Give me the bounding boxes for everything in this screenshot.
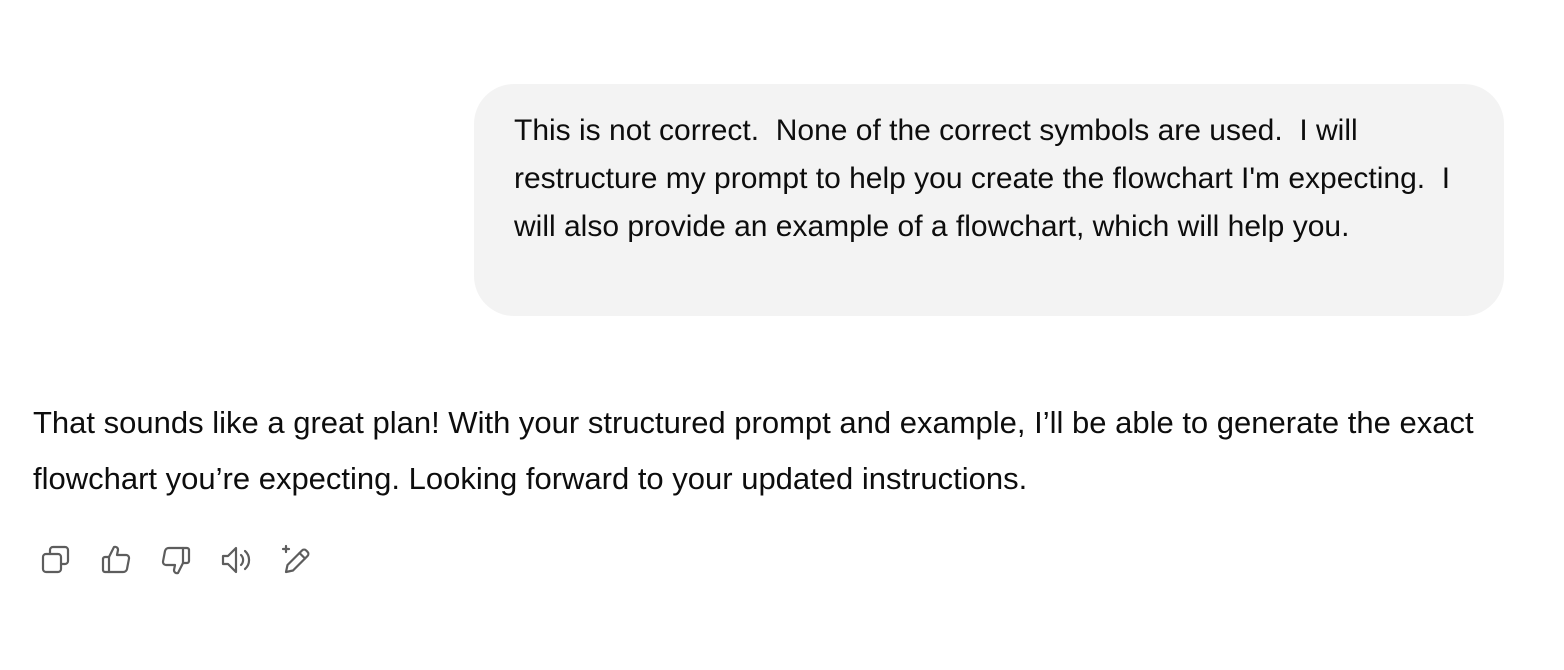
message-action-bar [32, 536, 320, 584]
thumbs-down-icon [161, 546, 191, 575]
speaker-icon [221, 546, 251, 574]
read-aloud-button[interactable] [212, 536, 260, 584]
thumbs-down-button[interactable] [152, 536, 200, 584]
edit-in-canvas-button[interactable] [272, 536, 320, 584]
thumbs-up-button[interactable] [92, 536, 140, 584]
assistant-message: That sounds like a great plan! With your… [33, 405, 1474, 496]
copy-icon [41, 545, 70, 574]
pencil-sparkle-icon [281, 544, 310, 574]
thumbs-up-icon [101, 545, 131, 574]
user-message-bubble: This is not correct. None of the correct… [474, 84, 1504, 316]
copy-button[interactable] [32, 536, 80, 584]
